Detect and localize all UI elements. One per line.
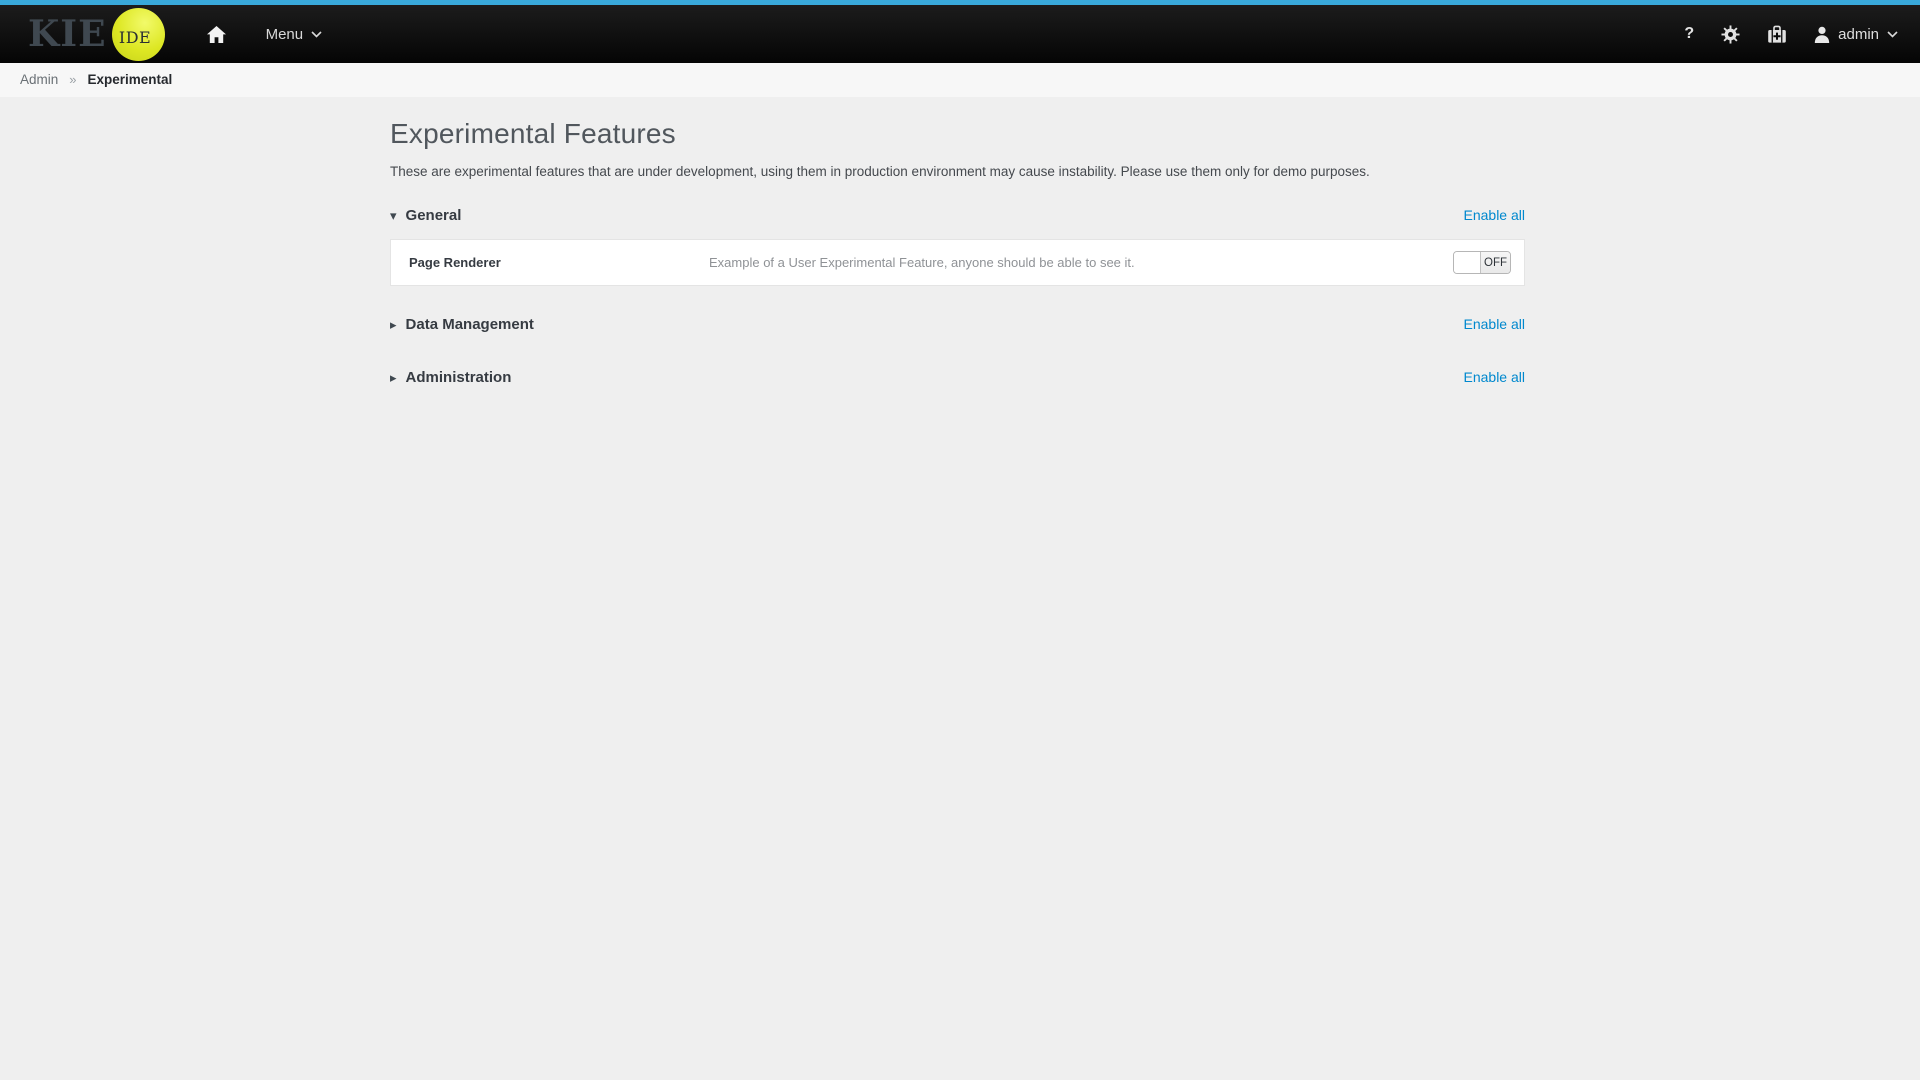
medkit-icon (1767, 25, 1787, 44)
user-label: admin (1838, 26, 1879, 43)
breadcrumb-item-admin[interactable]: Admin (20, 72, 58, 87)
logo-ide-text: IDE (119, 28, 151, 47)
top-navbar: KIE IDE Menu ? (0, 5, 1920, 63)
caret-down-icon: ▾ (390, 209, 397, 222)
section-title-data-management: Data Management (406, 316, 534, 333)
app-logo[interactable]: KIE IDE (28, 8, 165, 61)
help-icon: ? (1684, 25, 1694, 43)
caret-right-icon: ▸ (390, 371, 397, 384)
home-button[interactable] (207, 26, 226, 43)
toggle-state-label: OFF (1481, 252, 1510, 273)
breadcrumb-item-experimental: Experimental (88, 72, 173, 87)
section-toggle-general[interactable]: ▾ General (390, 207, 461, 224)
caret-right-icon: ▸ (390, 318, 397, 331)
page-renderer-toggle[interactable]: OFF (1453, 251, 1511, 274)
menu-label: Menu (266, 26, 304, 43)
page-title: Experimental Features (390, 118, 1525, 150)
user-dropdown[interactable]: admin (1814, 26, 1898, 43)
section-header-administration: ▸ Administration Enable all (390, 362, 1525, 392)
experimental-features-panel: Experimental Features These are experime… (390, 118, 1525, 392)
section-header-data-management: ▸ Data Management Enable all (390, 309, 1525, 339)
page-description: These are experimental features that are… (390, 164, 1525, 179)
settings-button[interactable] (1721, 25, 1740, 44)
breadcrumb-separator: » (69, 72, 76, 87)
help-button[interactable]: ? (1684, 25, 1694, 43)
chevron-down-icon (311, 31, 322, 38)
section-header-general: ▾ General Enable all (390, 200, 1525, 230)
enable-all-link-administration[interactable]: Enable all (1464, 369, 1526, 385)
gear-icon (1721, 25, 1740, 44)
menu-dropdown[interactable]: Menu (266, 26, 323, 43)
toggle-handle (1454, 252, 1481, 273)
section-toggle-administration[interactable]: ▸ Administration (390, 369, 511, 386)
section-title-general: General (406, 207, 462, 224)
home-icon (207, 26, 226, 43)
chevron-down-icon (1887, 31, 1898, 38)
feature-name: Page Renderer (409, 255, 709, 270)
feature-description: Example of a User Experimental Feature, … (709, 255, 1453, 270)
logo-ide-badge: IDE (112, 8, 165, 61)
navbar-right-group: ? (1684, 25, 1898, 44)
section-toggle-data-management[interactable]: ▸ Data Management (390, 316, 534, 333)
section-title-administration: Administration (406, 369, 512, 386)
enable-all-link-general[interactable]: Enable all (1464, 207, 1526, 223)
enable-all-link-data-management[interactable]: Enable all (1464, 316, 1526, 332)
breadcrumb: Admin » Experimental (0, 63, 1920, 97)
user-icon (1814, 26, 1830, 43)
feature-row-page-renderer: Page Renderer Example of a User Experime… (390, 239, 1525, 286)
logo-kie-text: KIE (28, 16, 107, 52)
medkit-button[interactable] (1767, 25, 1787, 44)
